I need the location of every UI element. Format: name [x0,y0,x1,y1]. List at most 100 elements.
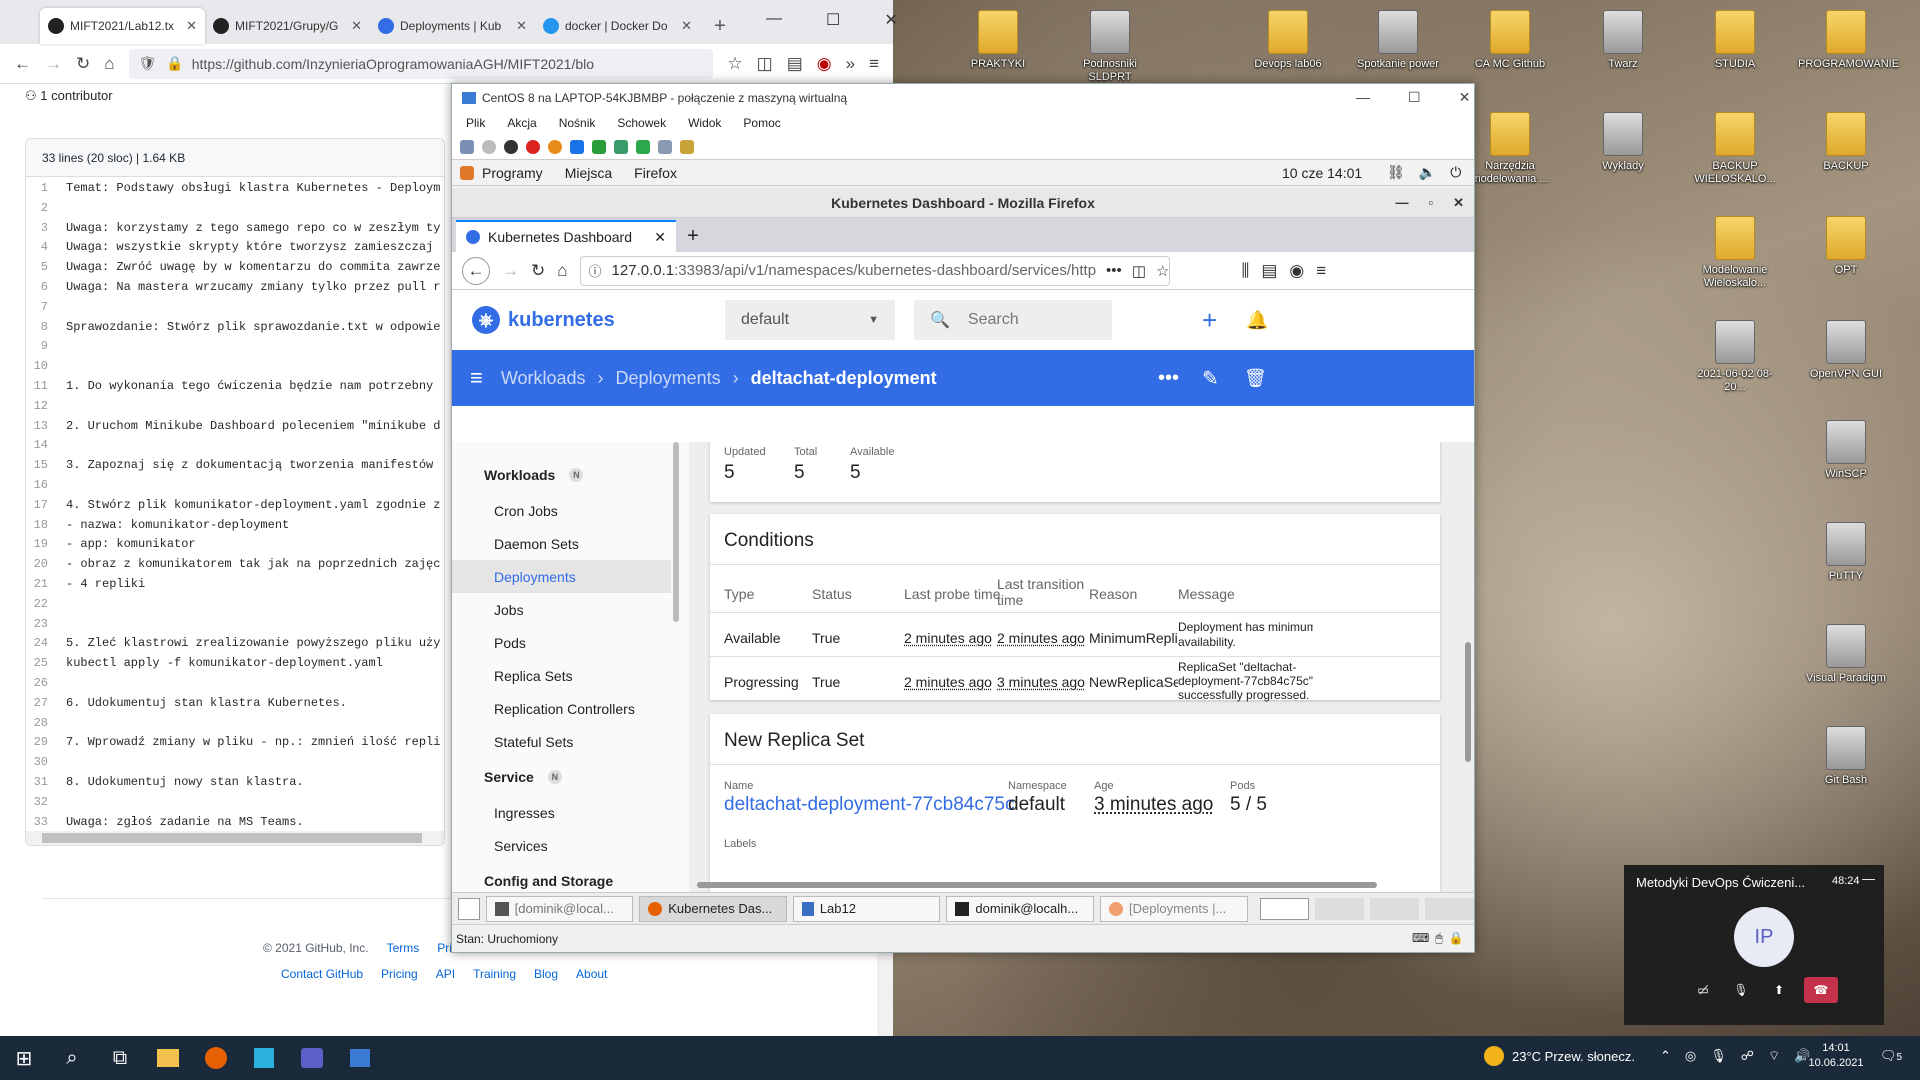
guest-url-bar[interactable]: ⓘ 127.0.0.1:33983/api/v1/namespaces/kuber… [579,255,1170,286]
maximize-icon[interactable]: ☐ [826,10,840,30]
store-icon[interactable] [240,1036,288,1080]
desktop-icon[interactable]: PROGRAMOWANIE [1798,10,1899,71]
sidebar-item-jobs[interactable]: Jobs [452,593,689,626]
desktop-icon[interactable]: PRAKTYKI [950,10,1046,71]
nav-section-service[interactable]: Service N [452,758,689,796]
forward-icon[interactable]: → [45,54,62,74]
search-input[interactable]: 🔍 Search [914,300,1112,340]
host-tab-3[interactable]: Deployments | Kub ✕ [370,8,535,44]
enhanced-session-icon[interactable] [658,139,672,154]
new-tab-icon[interactable]: + [700,8,740,44]
show-desktop-icon[interactable] [458,897,480,920]
library-icon[interactable]: ⫼ [1242,261,1250,281]
meet-now-icon[interactable]: ◎ [1685,1048,1696,1064]
content-h-scrollbar[interactable] [697,882,1377,888]
hang-up-icon[interactable]: ☎ [1804,977,1838,1003]
vm-menu-item[interactable]: Nośnik [559,116,596,130]
desktop-icon[interactable]: Modelowanie Wieloskalo... [1687,216,1783,290]
search-icon[interactable]: ⌕ [48,1036,96,1080]
breadcrumb-deployments[interactable]: Deployments [616,368,721,389]
resume-icon[interactable] [592,139,606,154]
forward-icon[interactable]: → [502,261,519,281]
desktop-icon[interactable]: Visual Paradigm [1798,624,1894,685]
desktop-icon[interactable]: Twarz [1575,10,1671,71]
close-icon[interactable]: ✕ [1459,89,1471,106]
footer-terms-link[interactable]: Terms [387,941,420,955]
close-icon[interactable]: ✕ [1453,195,1464,211]
vm-menu-item[interactable]: Plik [466,116,485,130]
close-icon[interactable]: ✕ [884,10,897,30]
sidebar-item-cron-jobs[interactable]: Cron Jobs [452,494,689,527]
desktop-icon[interactable]: 2021-06-02 08-20... [1687,320,1783,394]
desktop-icon[interactable]: PuTTY [1798,522,1894,583]
wifi-icon[interactable]: ⌔ [1768,1048,1780,1064]
desktop-icon[interactable]: BACKUP WIELOSKALO... [1687,112,1783,186]
guest-task-editor[interactable]: Lab12 [792,895,941,922]
gnome-firefox-menu[interactable]: Firefox [634,165,677,181]
menu-icon[interactable]: ≡ [1316,261,1326,281]
host-url-bar[interactable]: 🛡 🔒 https://github.com/InzynieriaOprogramo… [128,48,714,79]
pocket-icon[interactable]: ◫ [1132,262,1146,280]
hyperv-icon[interactable] [336,1036,384,1080]
notifications-bell-icon[interactable]: 🔔 [1246,310,1268,331]
desktop-icon[interactable]: Git Bash [1798,726,1894,787]
breadcrumb-workloads[interactable]: Workloads [501,368,586,389]
turn-off-icon[interactable] [504,139,518,154]
desktop-icon[interactable]: WinSCP [1798,420,1894,481]
guest-task-firefox[interactable]: Kubernetes Das... [639,895,787,922]
minimize-icon[interactable]: — [766,10,782,30]
close-icon[interactable]: ✕ [681,18,692,34]
home-icon[interactable]: ⌂ [557,261,567,281]
desktop-icon[interactable]: OPT [1798,216,1894,277]
mic-off-icon[interactable]: 🎙 [1728,977,1754,1003]
checkpoint-icon[interactable] [614,139,628,154]
host-tab-1[interactable]: MIFT2021/Lab12.tx ✕ [40,8,205,44]
teams-call-window[interactable]: Metodyki DevOps Ćwiczeni... 48:24 — IP ▭… [1624,865,1884,1025]
page-actions-icon[interactable]: ••• [1106,262,1122,279]
footer-link[interactable]: API [436,967,455,981]
new-tab-icon[interactable]: + [676,220,710,252]
namespace-selector[interactable]: default ▼ [725,300,895,340]
gnome-programs-menu[interactable]: Programy [482,165,543,181]
bookmark-star-icon[interactable]: ☆ [727,54,742,74]
close-icon[interactable]: ✕ [351,18,362,34]
reload-icon[interactable]: ↻ [531,261,545,281]
sidebar-item-ingresses[interactable]: Ingresses [452,796,689,829]
sidebar-item-stateful-sets[interactable]: Stateful Sets [452,725,689,758]
content-scrollbar[interactable] [1465,642,1471,762]
pocket-icon[interactable]: ◫ [757,54,773,74]
sidebar-item-daemon-sets[interactable]: Daemon Sets [452,527,689,560]
file-explorer-icon[interactable] [144,1036,192,1080]
desktop-icon[interactable]: OpenVPN GUI [1798,320,1894,381]
share-screen-icon[interactable]: ⬆ [1766,977,1792,1003]
pause-icon[interactable] [570,139,584,154]
close-icon[interactable]: ✕ [186,18,197,34]
delete-trash-icon[interactable]: 🗑 [1244,368,1267,389]
edit-pencil-icon[interactable]: ✎ [1202,366,1219,391]
guest-tab-kubernetes[interactable]: Kubernetes Dashboard ✕ [456,220,676,252]
nav-section-workloads[interactable]: Workloads N [452,456,689,494]
ctrl-alt-del-icon[interactable] [460,139,474,154]
desktop-icon[interactable]: Devops lab06 [1240,10,1336,71]
mic-icon[interactable]: 🎙 [1710,1048,1727,1064]
close-icon[interactable]: ✕ [516,18,527,34]
replica-set-link[interactable]: deltachat-deployment-77cb84c75c [724,794,1014,816]
footer-link[interactable]: Pricing [381,967,418,981]
sidebar-icon[interactable]: ▤ [1261,261,1277,281]
sidebar-item-replica-sets[interactable]: Replica Sets [452,659,689,692]
maximize-icon[interactable]: ☐ [1408,89,1421,106]
create-plus-icon[interactable]: + [1202,305,1217,336]
vm-menu-item[interactable]: Pomoc [743,116,780,130]
back-icon[interactable]: ← [462,256,490,285]
teams-icon[interactable] [288,1036,336,1080]
sidebar-item-pods[interactable]: Pods [452,626,689,659]
vm-menu-item[interactable]: Akcja [507,116,536,130]
desktop-icon[interactable]: Narzędzia modelowania ... [1462,112,1558,186]
desktop-icon[interactable]: Podnosniki SLDPRT [1062,10,1158,84]
maximize-icon[interactable]: ▫ [1428,195,1433,211]
guest-task-terminal-2[interactable]: dominik@localh... [946,895,1095,922]
reload-icon[interactable]: ↻ [76,54,90,74]
home-icon[interactable]: ⌂ [104,54,114,74]
desktop-icon[interactable]: Wyklady [1575,112,1671,173]
sidebar-item-services[interactable]: Services [452,829,689,862]
